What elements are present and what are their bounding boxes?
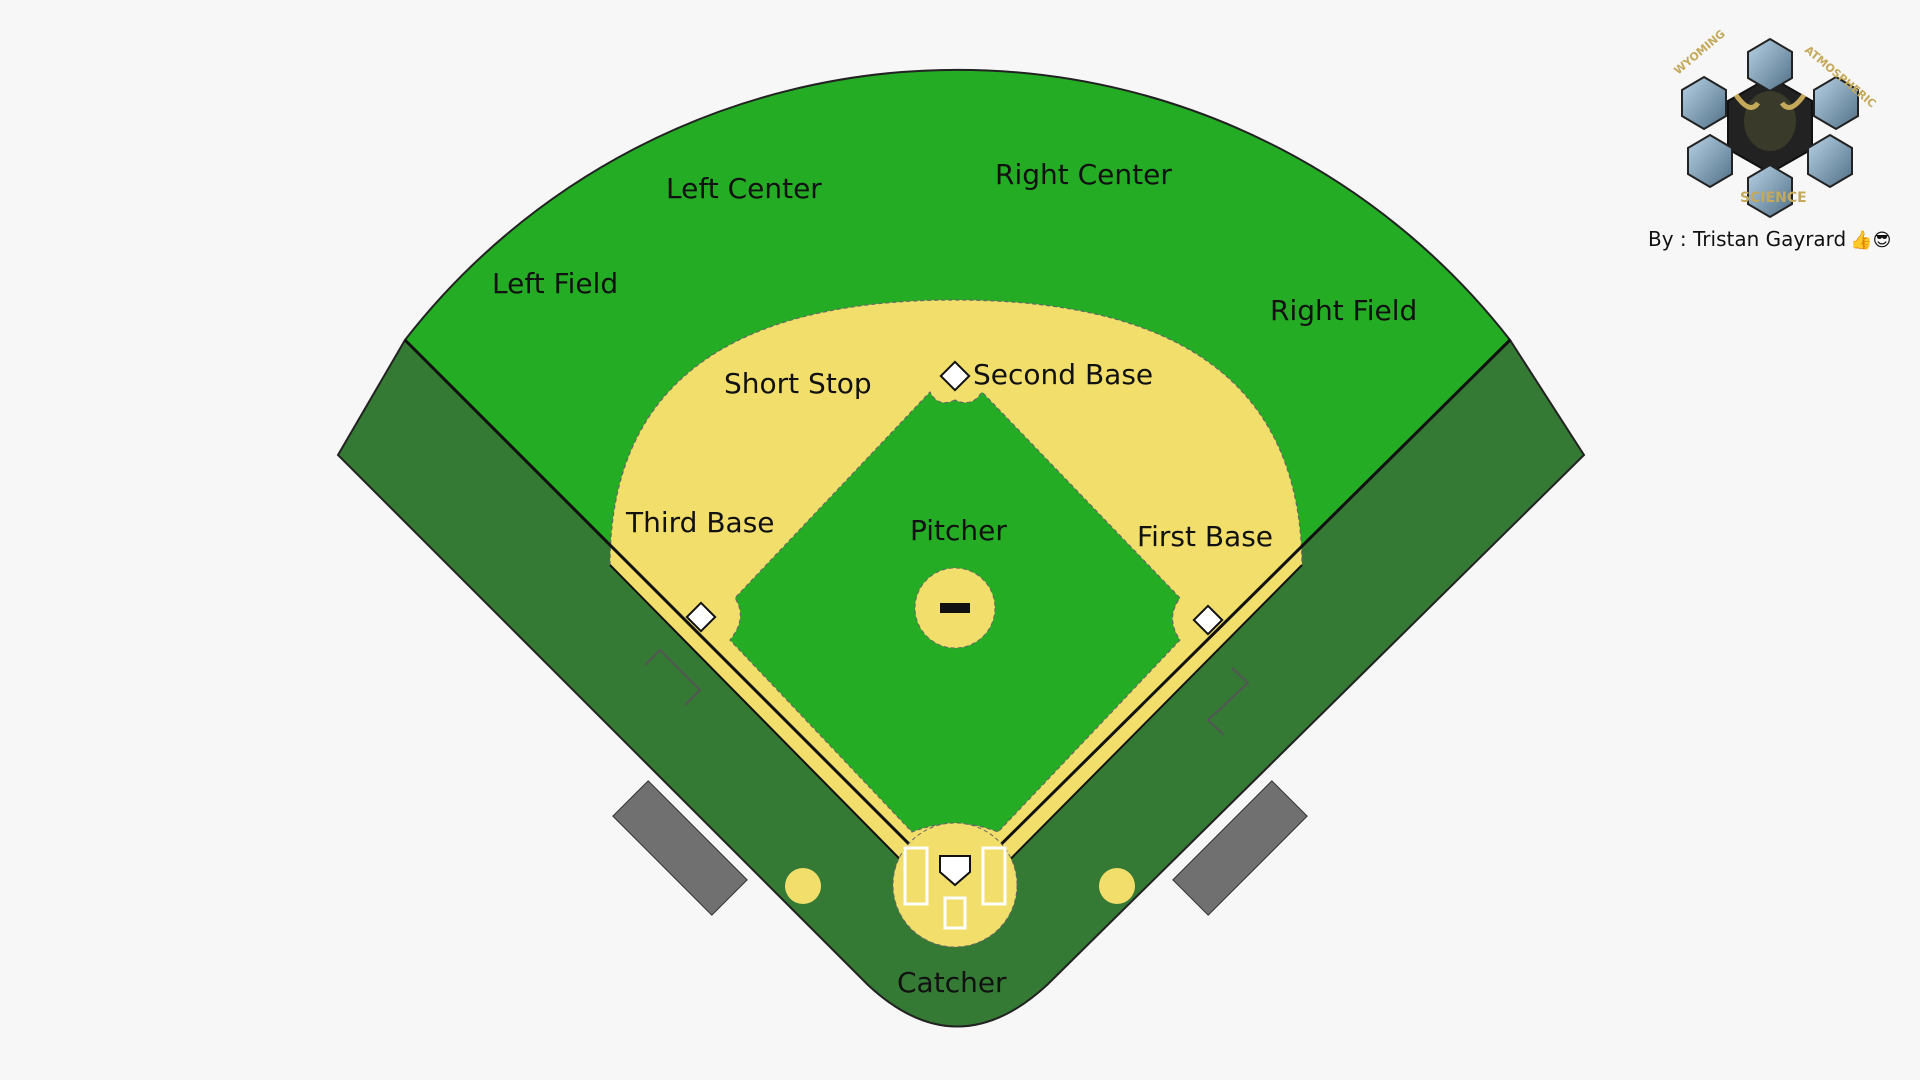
label-left-field: Left Field [492, 267, 618, 300]
label-right-field: Right Field [1270, 294, 1417, 327]
thumbs-up-sunglasses-emoji-icon: 👍😎 [1850, 230, 1892, 251]
label-third-base: Third Base [625, 506, 775, 539]
label-right-center: Right Center [995, 158, 1172, 191]
label-first-base: First Base [1137, 520, 1273, 553]
logo-hex-top [1747, 37, 1793, 93]
author-credit: By : Tristan Gayrard 👍😎 [1648, 227, 1891, 251]
logo-text-left: WYOMING [1672, 30, 1728, 77]
field-drawing: Left Field Left Center Right Center Righ… [336, 68, 1586, 1028]
label-pitcher: Pitcher [910, 514, 1007, 547]
label-left-center: Left Center [666, 172, 822, 205]
logo-hex-lower-left [1687, 133, 1733, 189]
pitcher-rubber [940, 603, 970, 613]
logo-hex-lower-right [1807, 133, 1853, 189]
label-catcher: Catcher [897, 966, 1007, 999]
baseball-field-diagram: Left Field Left Center Right Center Righ… [0, 0, 1920, 1080]
wyoming-atmospheric-science-logo: WYOMING ATMOSPHERIC SCIENCE [1660, 27, 1880, 220]
logo-graphic: WYOMING ATMOSPHERIC SCIENCE [1672, 27, 1878, 219]
label-short-stop: Short Stop [724, 367, 872, 400]
logo-bison-icon [1744, 91, 1796, 151]
logo-hex-upper-left [1681, 75, 1727, 131]
author-text: By : Tristan Gayrard [1648, 227, 1847, 251]
label-second-base: Second Base [973, 358, 1153, 391]
on-deck-circle-right [1099, 868, 1135, 904]
logo-text-bottom: SCIENCE [1740, 190, 1807, 206]
on-deck-circle-left [785, 868, 821, 904]
